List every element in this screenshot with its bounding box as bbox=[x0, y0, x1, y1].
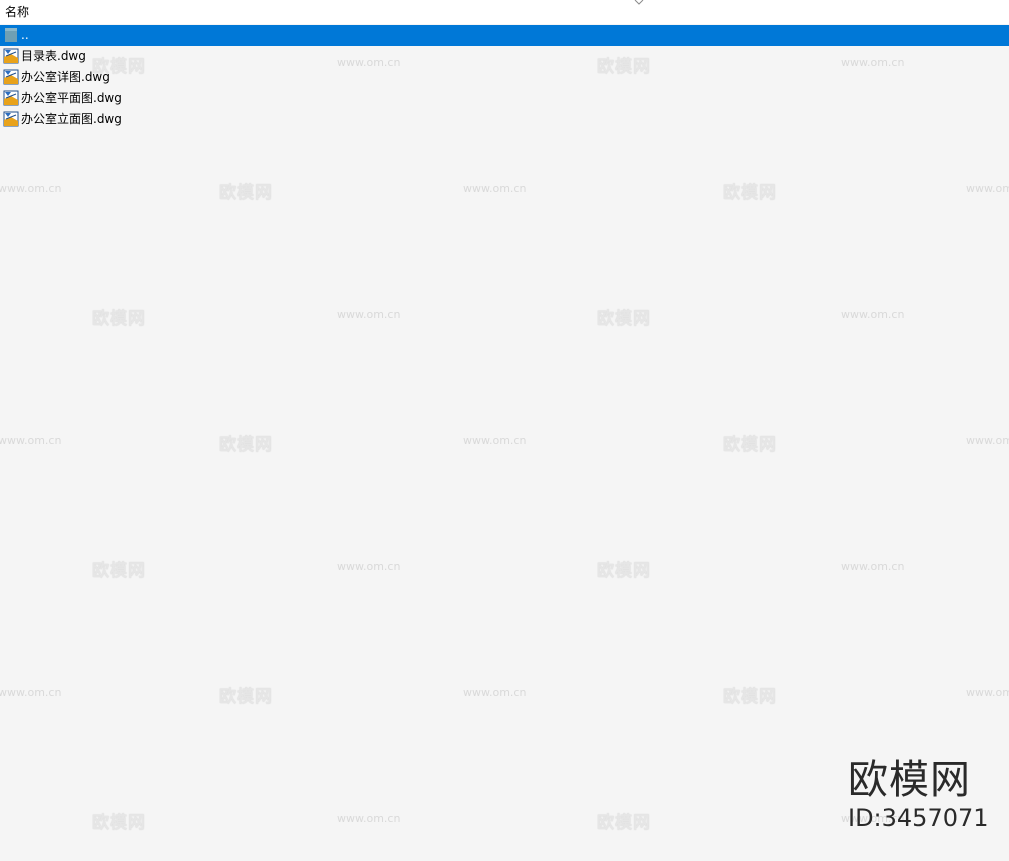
dwg-file-icon bbox=[3, 69, 19, 85]
column-header: 名称 bbox=[0, 0, 1009, 24]
watermark-url: www.om.cn bbox=[0, 434, 62, 447]
watermark-url: www.om.cn bbox=[463, 434, 527, 447]
watermark-text: 欧模网 bbox=[723, 435, 777, 455]
watermark-url: www.om.cn bbox=[966, 434, 1009, 447]
file-name: 办公室平面图.dwg bbox=[21, 91, 122, 105]
watermark-text: 欧模网 bbox=[219, 183, 273, 203]
brand-watermark: 欧模网 ID:3457071 bbox=[848, 757, 989, 832]
watermark-text: 欧模网 bbox=[219, 435, 273, 455]
watermark-text: 欧模网 bbox=[92, 561, 146, 581]
watermark-url: www.om.cn bbox=[841, 560, 905, 573]
name-column-header[interactable]: 名称 bbox=[5, 4, 29, 20]
brand-name: 欧模网 bbox=[848, 757, 971, 803]
watermark-url: www.om.cn bbox=[0, 686, 62, 699]
watermark-text: 欧模网 bbox=[723, 687, 777, 707]
watermark-text: 欧模网 bbox=[92, 813, 146, 833]
file-name: .. bbox=[21, 28, 29, 42]
watermark-url: www.om.cn bbox=[337, 812, 401, 825]
watermark-text: 欧模网 bbox=[219, 687, 273, 707]
file-name: 目录表.dwg bbox=[21, 49, 86, 63]
watermark-text: 欧模网 bbox=[597, 309, 651, 329]
watermark-url: www.om.cn bbox=[966, 182, 1009, 195]
file-name: 办公室立面图.dwg bbox=[21, 112, 122, 126]
folder-up-icon bbox=[5, 28, 17, 42]
watermark-url: www.om.cn bbox=[337, 308, 401, 321]
watermark-url: www.om.cn bbox=[841, 308, 905, 321]
brand-id: ID:3457071 bbox=[848, 804, 989, 832]
watermark-url: www.om.cn bbox=[0, 182, 62, 195]
watermark-text: 欧模网 bbox=[597, 813, 651, 833]
dwg-file-icon bbox=[3, 48, 19, 64]
watermark-text: 欧模网 bbox=[597, 561, 651, 581]
list-item-file[interactable]: 目录表.dwg bbox=[0, 46, 1009, 67]
watermark-text: 欧模网 bbox=[92, 309, 146, 329]
watermark-url: www.om.cn bbox=[966, 686, 1009, 699]
chevron-down-icon[interactable] bbox=[633, 0, 645, 7]
list-item-file[interactable]: 办公室立面图.dwg bbox=[0, 109, 1009, 130]
file-list: .. 目录表.dwg 办公室详图.dwg 办公室平面图.dwg 办公室立面图.d… bbox=[0, 25, 1009, 130]
watermark-url: www.om.cn bbox=[337, 560, 401, 573]
watermark-url: www.om.cn bbox=[463, 686, 527, 699]
list-item-file[interactable]: 办公室详图.dwg bbox=[0, 67, 1009, 88]
dwg-file-icon bbox=[3, 90, 19, 106]
file-name: 办公室详图.dwg bbox=[21, 70, 110, 84]
list-item-file[interactable]: 办公室平面图.dwg bbox=[0, 88, 1009, 109]
watermark-text: 欧模网 bbox=[723, 183, 777, 203]
list-item-parent-folder[interactable]: .. bbox=[0, 25, 1009, 46]
dwg-file-icon bbox=[3, 111, 19, 127]
watermark-url: www.om.cn bbox=[463, 182, 527, 195]
